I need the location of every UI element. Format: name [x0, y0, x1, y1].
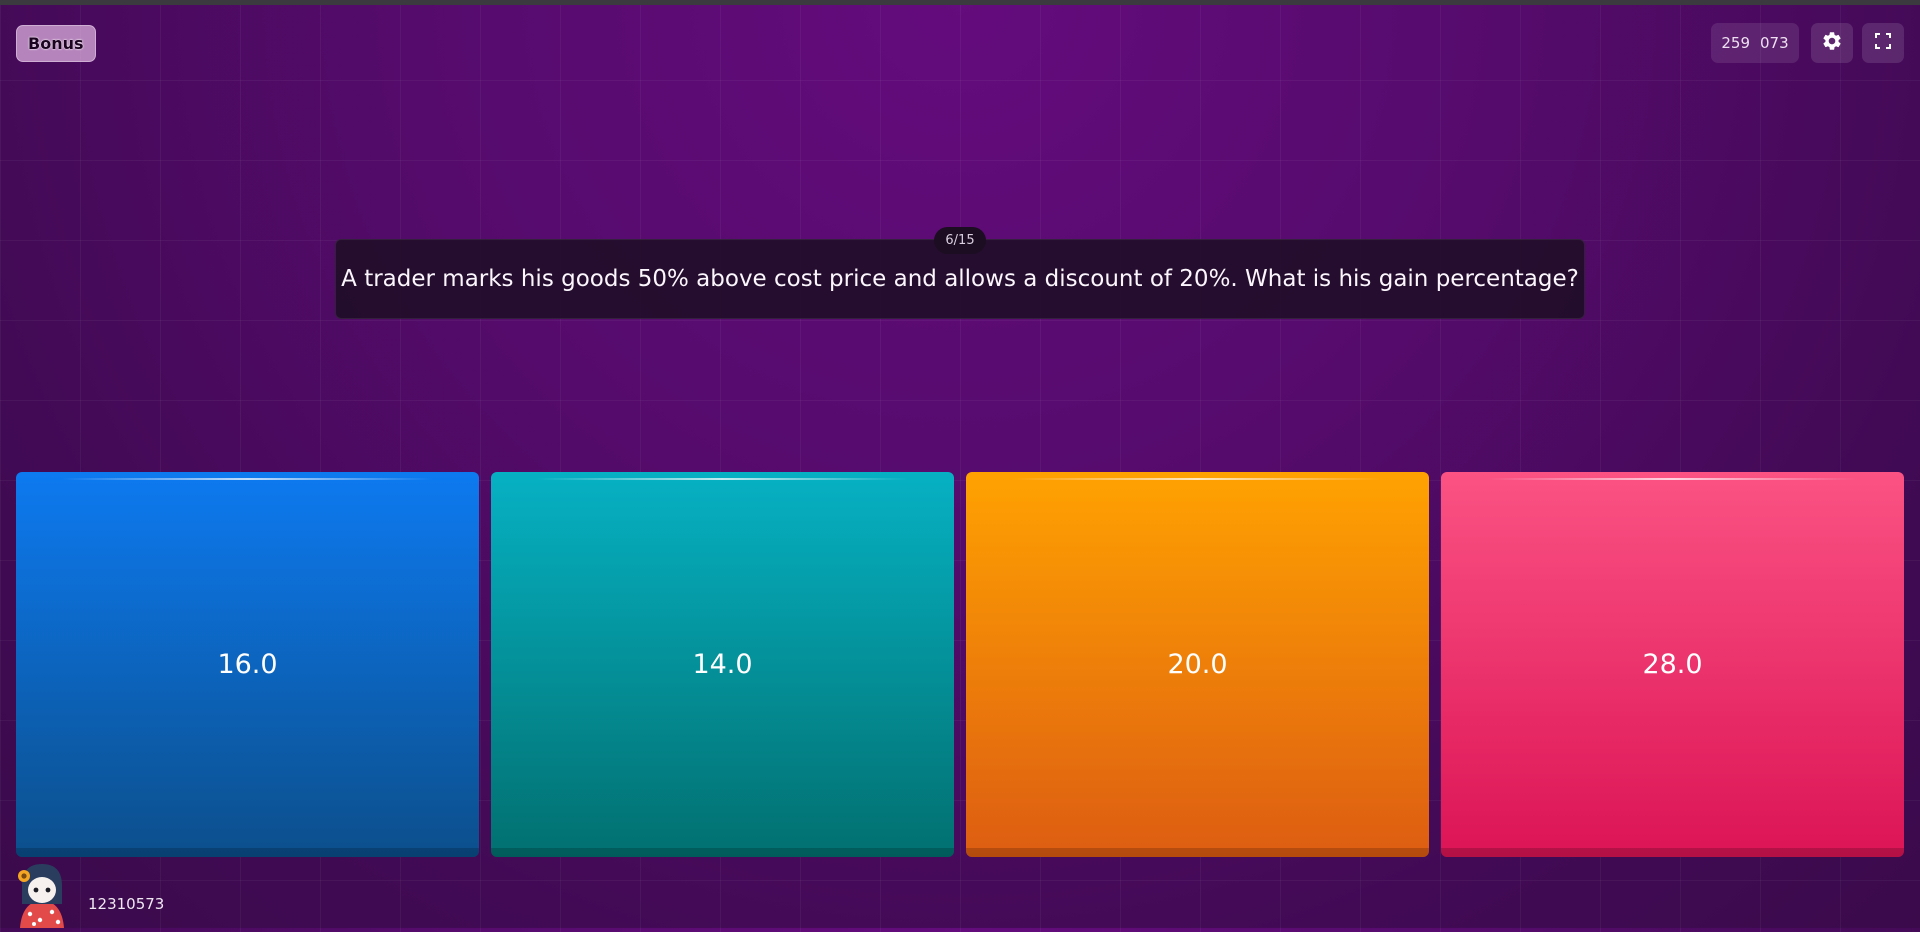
question-counter: 6/15	[934, 227, 986, 254]
top-border	[0, 0, 1920, 5]
fullscreen-icon	[1875, 33, 1891, 53]
score-right: 073	[1760, 34, 1789, 52]
bonus-button[interactable]: Bonus	[16, 25, 96, 62]
settings-button[interactable]	[1811, 23, 1853, 63]
answer-option-1[interactable]: 16.0	[16, 472, 479, 857]
score-display: 259 073	[1711, 23, 1799, 63]
fullscreen-button[interactable]	[1862, 23, 1904, 63]
answer-option-3[interactable]: 20.0	[966, 472, 1429, 857]
answer-option-4[interactable]: 28.0	[1441, 472, 1904, 857]
player-id: 12310573	[88, 895, 165, 913]
gear-icon	[1821, 30, 1843, 56]
score-left: 259	[1721, 34, 1750, 52]
answer-option-2[interactable]: 14.0	[491, 472, 954, 857]
avatar-icon	[14, 860, 70, 928]
